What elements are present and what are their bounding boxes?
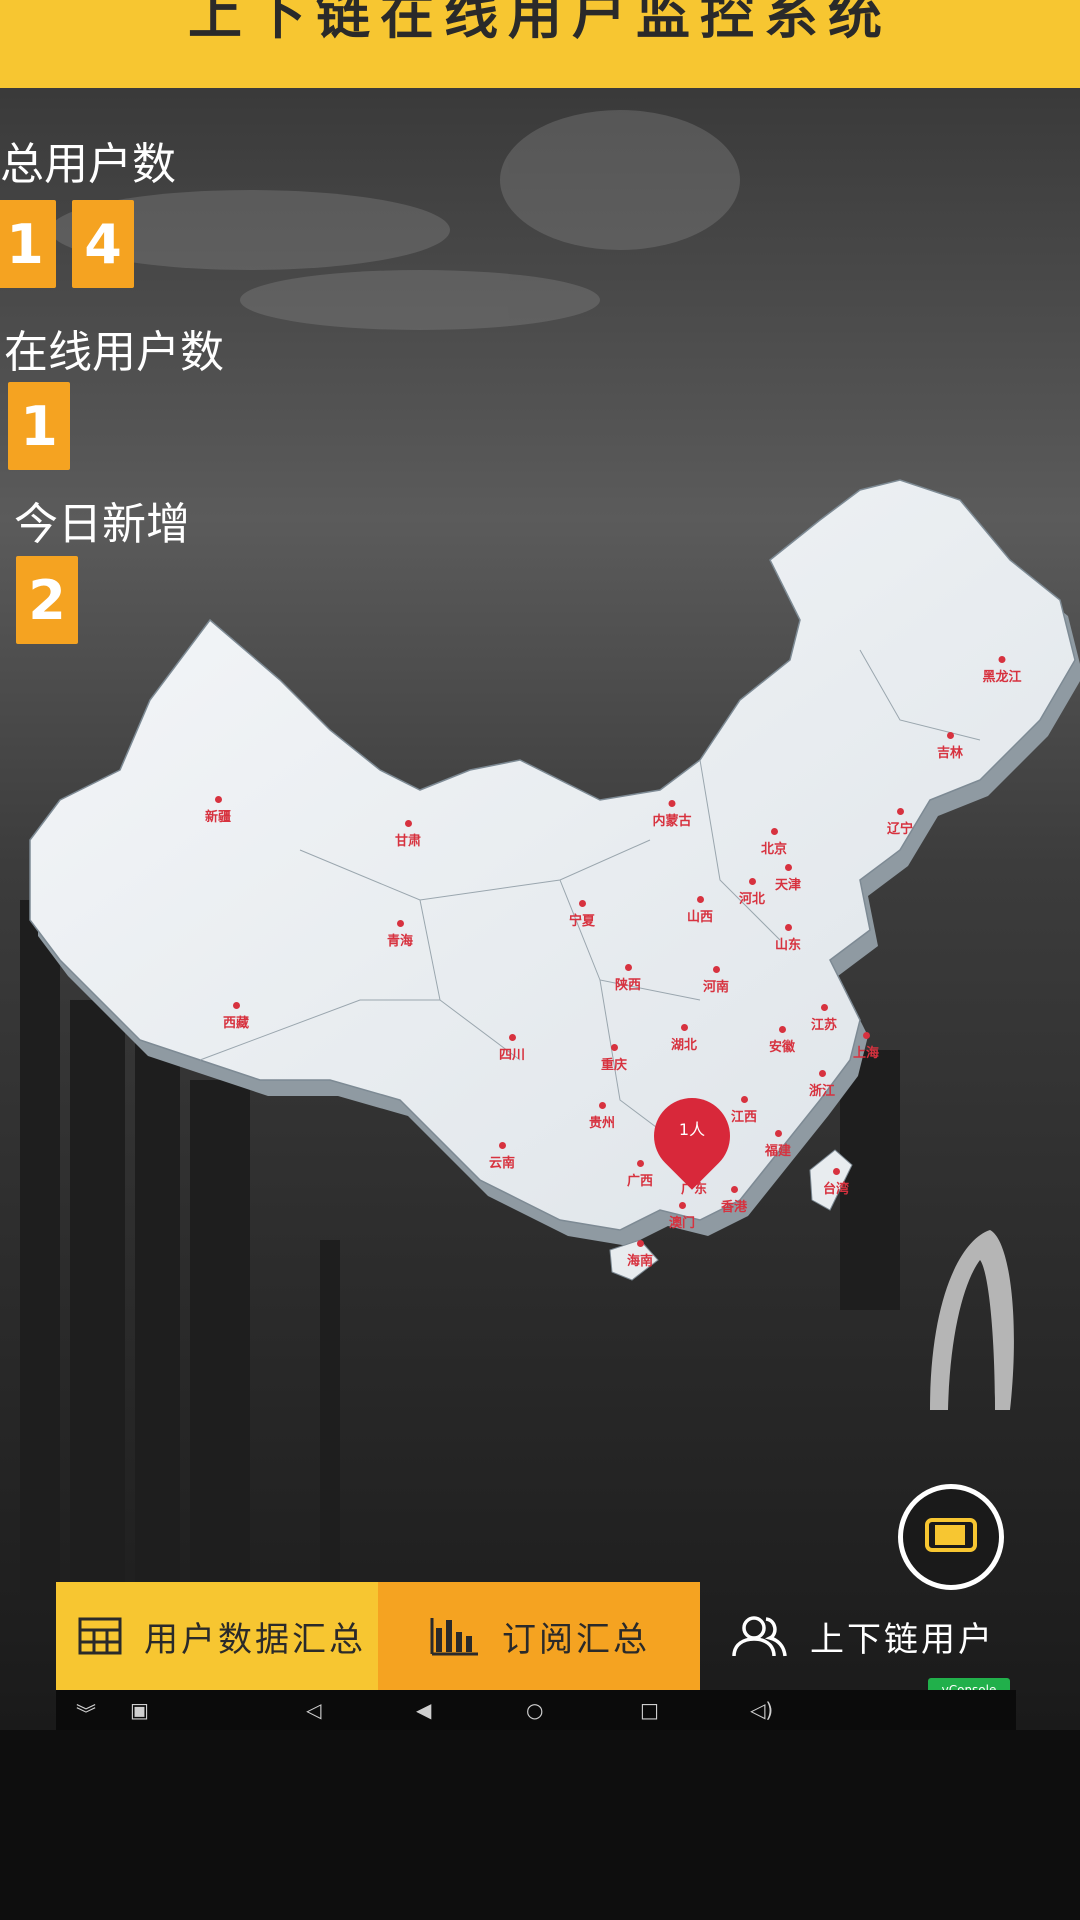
province-label: 陕西: [615, 964, 641, 993]
province-label: 天津: [775, 864, 801, 893]
china-map: [29, 479, 1080, 1281]
province-label: 湖北: [671, 1024, 697, 1053]
province-label: 重庆: [601, 1044, 627, 1073]
province-label: 甘肃: [395, 820, 421, 849]
system-navigation-bar: ︾ ▣ ◁ ◀ ○ □ ◁): [56, 1690, 1016, 1730]
home-icon[interactable]: ○: [526, 1698, 543, 1722]
total-users-label: 总用户数: [0, 139, 176, 190]
user-data-summary-button[interactable]: 用户数据汇总: [56, 1582, 378, 1690]
device-bezel: [0, 1730, 1080, 1920]
province-label: 山西: [687, 896, 713, 925]
province-label: 吉林: [937, 732, 963, 761]
chain-users-button[interactable]: 上下链用户: [730, 1582, 1050, 1690]
province-label: 西藏: [223, 1002, 249, 1031]
province-label: 安徽: [769, 1026, 795, 1055]
marker-count-label: 1人: [678, 1120, 706, 1139]
back-icon[interactable]: ◀: [416, 1698, 431, 1722]
province-label: 四川: [499, 1034, 525, 1063]
province-label: 澳门: [669, 1202, 695, 1231]
user-data-summary-label: 用户数据汇总: [144, 1619, 366, 1660]
province-label: 山东: [775, 924, 801, 953]
chevron-down-icon[interactable]: ︾: [76, 1698, 96, 1727]
province-label: 海南: [627, 1240, 653, 1269]
province-label: 广西: [627, 1160, 653, 1189]
phone-landscape-icon: [925, 1518, 977, 1556]
province-label: 云南: [489, 1142, 515, 1171]
province-label: 福建: [765, 1130, 791, 1159]
province-label: 内蒙古: [652, 800, 691, 829]
table-icon: [78, 1617, 122, 1655]
province-label: 江西: [731, 1096, 757, 1125]
volume-down-icon[interactable]: ◁: [306, 1698, 321, 1722]
subscription-summary-label: 订阅汇总: [502, 1619, 650, 1660]
province-label: 贵州: [589, 1102, 615, 1131]
online-users-digit: 1: [8, 382, 70, 470]
total-users-digit: 4: [72, 200, 134, 288]
province-label: 台湾: [823, 1168, 849, 1197]
page-title: 上下链在线用户监控系统: [188, 0, 892, 46]
device-toggle-button[interactable]: [898, 1484, 1004, 1590]
chain-users-label: 上下链用户: [810, 1619, 995, 1660]
province-label: 河北: [739, 878, 765, 907]
total-users-digit: 1: [0, 200, 56, 288]
volume-up-icon[interactable]: ◁): [750, 1698, 773, 1722]
province-label: 北京: [761, 828, 787, 857]
bar-chart-icon: [430, 1616, 480, 1656]
users-icon: [730, 1614, 788, 1658]
province-label: 辽宁: [887, 808, 913, 837]
province-label: 上海: [853, 1032, 879, 1061]
subscription-summary-button[interactable]: 订阅汇总: [378, 1582, 700, 1690]
app-screen: 上下链在线用户监控系统 总用户数 1 4 在线用户数 1 今日新增 2 新疆 甘…: [0, 0, 1080, 1730]
province-label: 香港: [721, 1186, 747, 1215]
province-label: 新疆: [205, 796, 231, 825]
recents-icon[interactable]: □: [640, 1698, 659, 1722]
province-label: 河南: [703, 966, 729, 995]
province-label: 宁夏: [569, 900, 595, 929]
title-bar: 上下链在线用户监控系统: [0, 0, 1080, 88]
province-label: 浙江: [809, 1070, 835, 1099]
province-label: 青海: [387, 920, 413, 949]
screenshot-icon[interactable]: ▣: [130, 1698, 149, 1722]
online-users-label: 在线用户数: [4, 327, 224, 378]
province-label: 江苏: [811, 1004, 837, 1033]
province-label: 黑龙江: [982, 656, 1021, 685]
